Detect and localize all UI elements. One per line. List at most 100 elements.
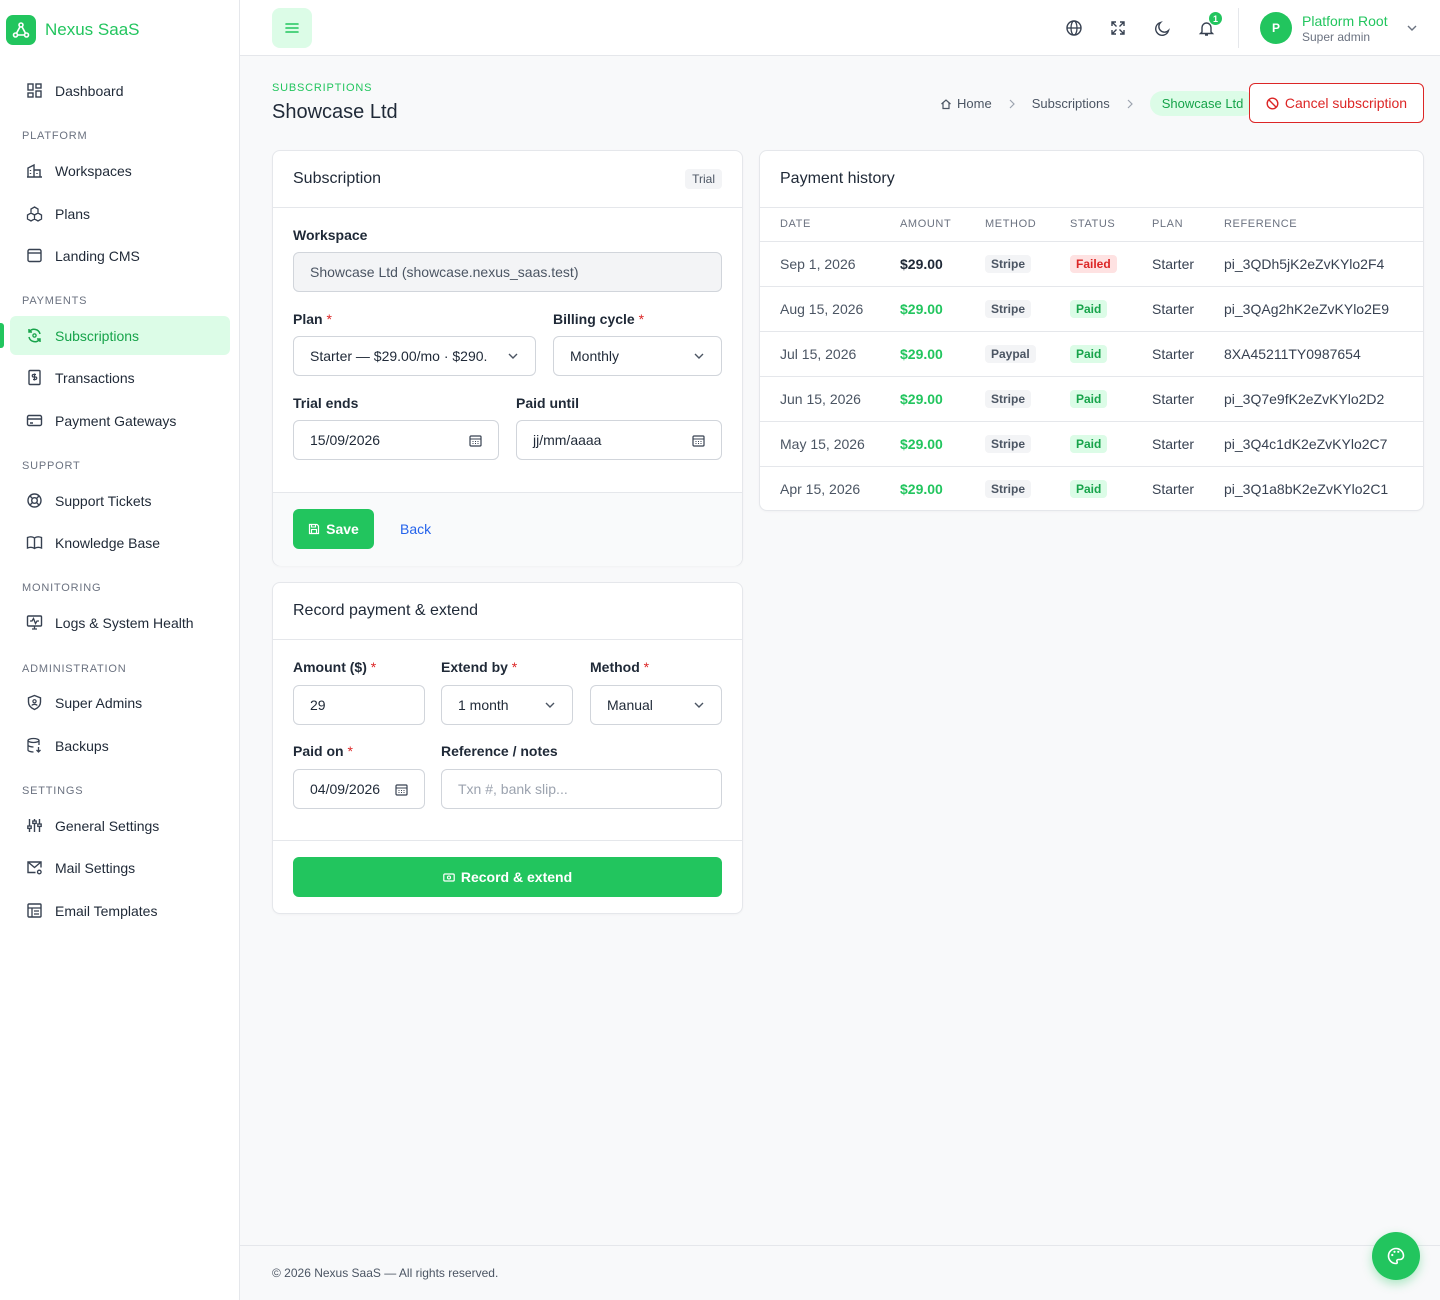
moon-icon	[1154, 20, 1170, 36]
reference-input[interactable]: Txn #, bank slip...	[441, 769, 722, 809]
theme-customizer-button[interactable]	[1372, 1232, 1420, 1280]
chevron-down-icon	[694, 702, 704, 708]
dashboard-icon	[27, 83, 42, 98]
record-extend-button[interactable]: Record & extend	[293, 857, 722, 897]
breadcrumb-home[interactable]: Home	[940, 96, 992, 111]
sidebar-item-label: General Settings	[55, 817, 160, 834]
method-badge: Stripe	[985, 299, 1032, 318]
hamburger-icon	[285, 23, 299, 33]
sidebar-item-general-settings[interactable]: General Settings	[10, 806, 230, 845]
table-row: May 15, 2026 $29.00 Stripe Paid Starter …	[760, 421, 1423, 467]
sidebar-item-label: Support Tickets	[55, 492, 152, 509]
paid-until-placeholder: jj/mm/aaaa	[533, 432, 602, 448]
extend-by-label: Extend by *	[441, 659, 518, 675]
save-button[interactable]: Save	[293, 509, 374, 549]
breadcrumb: Home Subscriptions Showcase Ltd	[940, 91, 1256, 116]
language-button[interactable]	[1054, 8, 1094, 48]
sidebar-item-payment-gateways[interactable]: Payment Gateways	[10, 401, 230, 440]
menu-toggle-button[interactable]	[272, 8, 312, 48]
refresh-dollar-icon	[28, 328, 41, 343]
paid-on-value: 04/09/2026	[310, 781, 381, 797]
trial-ends-input[interactable]: 15/09/2026	[293, 420, 499, 460]
mail-gear-icon	[27, 861, 42, 875]
cell-reference: 8XA45211TY0987654	[1224, 331, 1423, 377]
amount-label: Amount ($) *	[293, 659, 377, 675]
cancel-subscription-button[interactable]: Cancel subscription	[1249, 83, 1424, 123]
plan-select[interactable]: Starter — $29.00/mo · $290.00/yr	[293, 336, 536, 376]
cell-plan: Starter	[1152, 480, 1195, 497]
sidebar-item-label: Dashboard	[55, 82, 124, 99]
sidebar-item-support-tickets[interactable]: Support Tickets	[10, 481, 230, 520]
billing-cycle-select[interactable]: Monthly	[553, 336, 722, 376]
lifebuoy-icon	[27, 493, 42, 508]
paid-on-label: Paid on *	[293, 743, 353, 759]
nav-section-payments: PAYMENTS	[22, 295, 88, 307]
sidebar-item-email-templates[interactable]: Email Templates	[10, 891, 230, 930]
column-header-date: DATE	[760, 208, 900, 242]
calendar-icon	[692, 434, 705, 447]
building-icon	[27, 163, 42, 178]
book-icon	[26, 536, 43, 550]
calendar-icon	[395, 783, 408, 796]
record-payment-card-title: Record payment & extend	[293, 602, 478, 619]
sidebar-item-super-admins[interactable]: Super Admins	[10, 683, 230, 722]
sidebar: Nexus SaaS Dashboard PLATFORM Workspaces…	[0, 0, 240, 1300]
sidebar-item-dashboard[interactable]: Dashboard	[10, 71, 230, 110]
save-label: Save	[326, 521, 359, 537]
template-icon	[27, 903, 42, 918]
cash-icon	[443, 872, 455, 882]
sidebar-item-backups[interactable]: Backups	[10, 726, 230, 765]
sidebar-item-transactions[interactable]: Transactions	[10, 358, 230, 397]
paid-on-input[interactable]: 04/09/2026	[293, 769, 425, 809]
notifications-button[interactable]: 1	[1186, 8, 1226, 48]
brand[interactable]: Nexus SaaS	[6, 15, 140, 45]
notification-count-badge: 1	[1209, 12, 1222, 25]
boxes-icon	[26, 206, 43, 222]
nav-section-support: SUPPORT	[22, 460, 81, 472]
sidebar-item-label: Backups	[55, 737, 109, 754]
method-select[interactable]: Manual	[590, 685, 722, 725]
fullscreen-button[interactable]	[1098, 8, 1138, 48]
floppy-icon	[309, 523, 320, 535]
chevron-down-icon	[508, 353, 518, 359]
method-badge: Stripe	[985, 389, 1032, 408]
sidebar-item-knowledge-base[interactable]: Knowledge Base	[10, 523, 230, 562]
cell-amount: $29.00	[900, 331, 985, 377]
column-header-reference: REFERENCE	[1224, 208, 1423, 242]
sidebar-item-label: Payment Gateways	[55, 412, 177, 429]
sidebar-item-logs[interactable]: Logs & System Health	[10, 603, 230, 642]
cell-reference: pi_3Q1a8bK2eZvKYlo2C1	[1224, 480, 1389, 497]
receipt-icon	[28, 369, 41, 386]
sidebar-item-workspaces[interactable]: Workspaces	[10, 151, 230, 190]
user-menu[interactable]: P Platform Root Super admin	[1260, 12, 1418, 44]
breadcrumb-separator-icon	[1126, 99, 1134, 109]
theme-toggle-button[interactable]	[1142, 8, 1182, 48]
cancel-subscription-label: Cancel subscription	[1284, 95, 1408, 111]
page-title: Showcase Ltd	[272, 101, 398, 123]
sidebar-item-subscriptions[interactable]: Subscriptions	[0, 316, 230, 355]
billing-cycle-value: Monthly	[570, 348, 620, 364]
breadcrumb-subscriptions[interactable]: Subscriptions	[1032, 96, 1110, 111]
plan-label: Plan *	[293, 311, 332, 327]
sidebar-item-landing-cms[interactable]: Landing CMS	[10, 236, 230, 275]
cell-reference: pi_3QAg2hK2eZvKYlo2E9	[1224, 286, 1423, 332]
payment-history-header: Payment history	[760, 151, 1423, 208]
method-value: Manual	[607, 697, 653, 713]
extend-by-select[interactable]: 1 month	[441, 685, 573, 725]
method-badge: Stripe	[985, 254, 1032, 273]
nav-section-platform: PLATFORM	[22, 130, 88, 142]
sidebar-item-label: Logs & System Health	[55, 614, 194, 631]
sidebar-item-plans[interactable]: Plans	[10, 194, 230, 233]
cell-amount: $29.00	[900, 241, 985, 287]
breadcrumb-home-label: Home	[957, 96, 992, 111]
back-link[interactable]: Back	[400, 521, 431, 537]
plan-select-value: Starter — $29.00/mo · $290.00/yr	[310, 348, 488, 364]
amount-input[interactable]: 29	[293, 685, 425, 725]
reference-placeholder: Txn #, bank slip...	[458, 781, 568, 797]
sidebar-item-label: Email Templates	[55, 902, 158, 919]
paid-until-input[interactable]: jj/mm/aaaa	[516, 420, 722, 460]
subscription-card-title: Subscription	[293, 170, 382, 187]
sidebar-item-mail-settings[interactable]: Mail Settings	[10, 848, 230, 887]
table-row: Jun 15, 2026 $29.00 Stripe Paid Starter …	[760, 376, 1423, 422]
record-payment-card: Record payment & extend Amount ($) * 29 …	[272, 582, 743, 914]
